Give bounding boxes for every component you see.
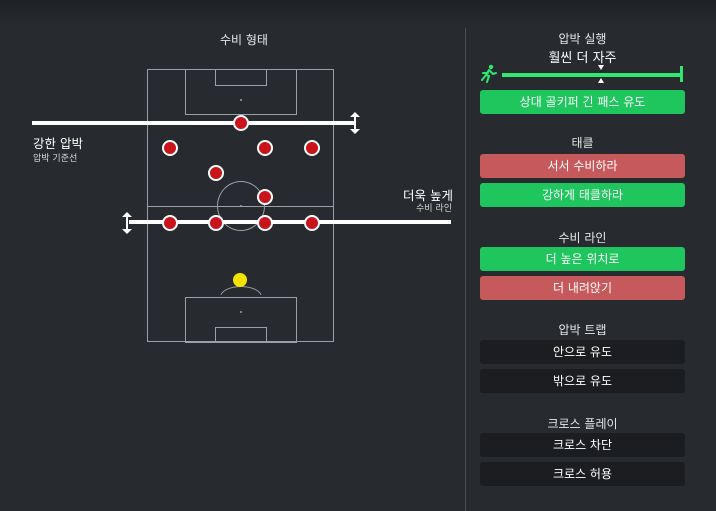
pitch [147,69,334,343]
player-left-forward[interactable] [162,140,178,156]
top-goal-box [215,69,267,86]
panel-divider [465,28,466,511]
player-right-forward[interactable] [304,140,320,156]
player-left-midfielder[interactable] [208,165,224,181]
center-spot [240,205,242,207]
drop-deeper-button[interactable]: 더 내려앉기 [480,276,685,300]
pressing-intensity-label: 강한 압박 [33,136,83,151]
higher-line-button[interactable]: 더 높은 위치로 [480,247,685,271]
bottom-penalty-spot [240,311,242,313]
pressing-slider-end [680,66,683,82]
pressing-line-sublabel: 압박 기준선 [33,154,78,164]
get-stuck-in-button[interactable]: 강하게 태클하라 [480,183,685,207]
pressing-slider-marker[interactable] [598,65,604,70]
player-right-center-back[interactable] [257,215,273,231]
stay-on-feet-button[interactable]: 서서 수비하라 [480,154,685,178]
force-outside-button[interactable]: 밖으로 유도 [480,369,685,393]
player-left-back[interactable] [162,215,178,231]
player-center-forward[interactable] [257,140,273,156]
runner-icon [481,64,497,83]
pressing-line[interactable] [32,121,355,125]
player-left-center-back[interactable] [208,215,224,231]
bottom-goal-box [215,327,267,343]
goalkeeper-distribution-button[interactable]: 상대 골키퍼 긴 패스 유도 [480,90,685,114]
defensive-line-title: 수비 라인 [558,231,607,245]
defensive-shape-title: 수비 형태 [220,33,268,47]
pressing-title: 압박 실행 [558,32,607,46]
pressing-slider[interactable] [480,64,686,86]
pressing-slider-marker-bottom [598,78,604,83]
stop-crosses-button[interactable]: 크로스 차단 [480,433,685,457]
force-inside-button[interactable]: 안으로 유도 [480,340,685,364]
player-striker[interactable] [233,115,249,131]
player-right-back[interactable] [304,215,320,231]
pressing-line-handle-icon[interactable] [350,112,360,134]
pressing-trap-title: 압박 트랩 [558,323,607,337]
defensive-line-handle-icon[interactable] [122,212,132,234]
tackle-title: 태클 [571,136,594,150]
allow-crosses-button[interactable]: 크로스 허용 [480,462,685,486]
player-holding-midfielder[interactable] [257,189,273,205]
player-goalkeeper[interactable] [233,273,247,287]
pressing-slider-track[interactable] [502,73,682,77]
top-penalty-spot [240,99,242,101]
defensive-line-sublabel: 수비 라인 [416,204,452,214]
crosses-title: 크로스 플레이 [547,417,618,431]
